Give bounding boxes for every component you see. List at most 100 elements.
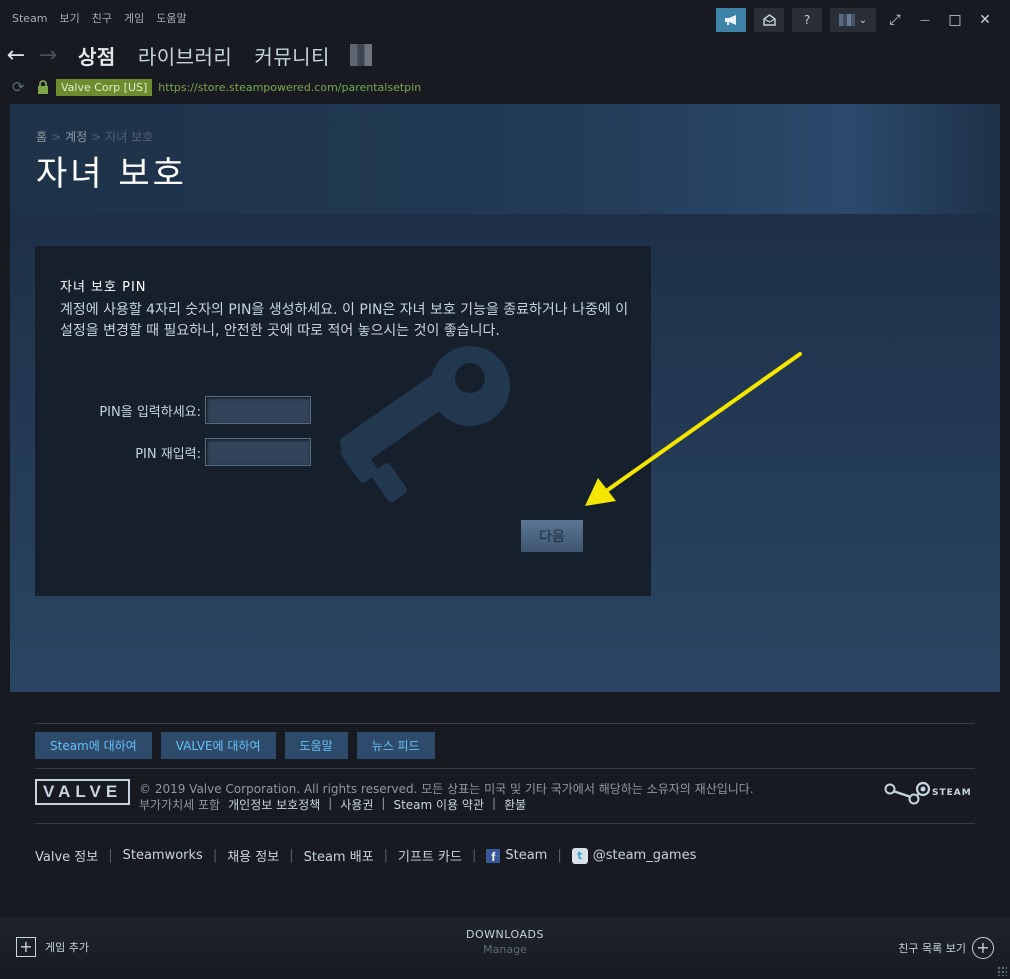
close-icon[interactable]: ✕ bbox=[974, 12, 996, 28]
facebook-link[interactable]: f Steam bbox=[486, 848, 547, 863]
separator: | bbox=[108, 848, 113, 863]
menu-games[interactable]: 게임 bbox=[124, 10, 144, 26]
menu-friends[interactable]: 친구 bbox=[92, 10, 112, 26]
breadcrumb-current: 자녀 보호 bbox=[105, 130, 154, 144]
breadcrumb-home[interactable]: 홈 bbox=[36, 130, 47, 144]
breadcrumb: 홈 > 계정 > 자녀 보호 bbox=[36, 128, 153, 145]
friends-label: 친구 목록 보기 bbox=[898, 942, 966, 955]
footer-links: Valve 정보 | Steamworks | 채용 정보 | Steam 배포… bbox=[35, 846, 696, 865]
back-arrow-icon[interactable]: ← bbox=[0, 43, 32, 68]
panel-title: 자녀 보호 PIN bbox=[60, 280, 147, 295]
tab-library[interactable]: 라이브러리 bbox=[138, 41, 233, 70]
page-header: 홈 > 계정 > 자녀 보호 자녀 보호 bbox=[10, 104, 1000, 214]
next-button[interactable]: 다음 bbox=[521, 520, 583, 552]
vat-note: 부가가치세 포함 bbox=[139, 798, 221, 812]
footer-divider bbox=[35, 723, 975, 724]
footer-divider bbox=[35, 823, 975, 824]
pin-setup-panel: 자녀 보호 PIN 계정에 사용할 4자리 숫자의 PIN을 생성하세요. 이 … bbox=[35, 246, 651, 596]
downloads-status[interactable]: DOWNLOADS Manage bbox=[0, 928, 1010, 956]
separator: | bbox=[471, 848, 477, 863]
panel-description: 계정에 사용할 4자리 숫자의 PIN을 생성하세요. 이 PIN은 자녀 보호… bbox=[60, 302, 629, 339]
big-picture-icon[interactable]: ⤢ bbox=[884, 12, 906, 28]
pin-confirm-label: PIN 재입력: bbox=[135, 446, 201, 462]
jobs-link[interactable]: 채용 정보 bbox=[227, 846, 279, 865]
ssa-link[interactable]: Steam 이용 약관 bbox=[393, 796, 484, 813]
help-icon: ? bbox=[803, 13, 811, 27]
menu-view[interactable]: 보기 bbox=[60, 10, 80, 26]
refunds-link[interactable]: 환불 bbox=[504, 796, 526, 813]
downloads-title: DOWNLOADS bbox=[466, 928, 544, 941]
separator: | bbox=[557, 848, 562, 863]
pin-label: PIN을 입력하세요: bbox=[99, 404, 201, 420]
twitter-link[interactable]: t @steam_games bbox=[571, 847, 696, 864]
tab-profile-avatar[interactable] bbox=[349, 44, 372, 66]
steam-logo-text: STEAM bbox=[932, 788, 972, 798]
separator: | bbox=[383, 848, 389, 863]
account-menu-button[interactable]: ⌄ bbox=[830, 8, 876, 32]
avatar bbox=[838, 14, 855, 26]
chevron-down-icon: ⌄ bbox=[858, 14, 868, 26]
maximize-icon[interactable]: □ bbox=[944, 12, 966, 28]
twitter-icon: t bbox=[571, 847, 588, 864]
pin-row: PIN을 입력하세요: bbox=[99, 396, 311, 424]
notifications-button[interactable] bbox=[754, 8, 784, 32]
megaphone-icon bbox=[725, 15, 736, 25]
privacy-policy-link[interactable]: 개인정보 보호정책 bbox=[228, 796, 320, 813]
about-valve-button[interactable]: VALVE에 대하여 bbox=[160, 732, 276, 759]
key-icon bbox=[340, 346, 510, 503]
breadcrumb-separator: > bbox=[91, 130, 102, 144]
breadcrumb-account[interactable]: 계정 bbox=[65, 130, 87, 144]
plus-circle-icon: + bbox=[972, 937, 994, 959]
nav-bar: ← → 상점 라이브러리 커뮤니티 bbox=[0, 36, 1010, 74]
store-page: 홈 > 계정 > 자녀 보호 자녀 보호 자녀 보호 PIN 계정에 사용할 4자리 숫… bbox=[10, 104, 1000, 916]
valve-logo[interactable]: VALVE bbox=[35, 779, 131, 805]
footer-divider bbox=[35, 768, 975, 769]
copyright-text: © 2019 Valve Corporation. All rights res… bbox=[139, 782, 754, 796]
footer-buttons: Steam에 대하여 VALVE에 대하여 도움말 뉴스 피드 bbox=[35, 732, 435, 759]
gift-cards-link[interactable]: 기프트 카드 bbox=[398, 846, 462, 865]
news-feed-button[interactable]: 뉴스 피드 bbox=[356, 732, 435, 759]
separator: | bbox=[381, 796, 386, 810]
facebook-label: Steam bbox=[505, 848, 548, 863]
annotation-arrow bbox=[585, 352, 802, 506]
resize-grip-icon[interactable] bbox=[997, 966, 1007, 976]
url-text[interactable]: https://store.steampowered.com/parentals… bbox=[158, 81, 421, 94]
help-link-button[interactable]: 도움말 bbox=[284, 732, 348, 759]
separator: | bbox=[492, 796, 497, 810]
menu-steam[interactable]: Steam bbox=[12, 12, 48, 25]
menu-help[interactable]: 도움말 bbox=[156, 10, 186, 26]
separator: | bbox=[328, 796, 333, 810]
steam-logo[interactable]: STEAM bbox=[884, 780, 972, 806]
url-bar: ⟳ Valve Corp [US] https://store.steampow… bbox=[0, 76, 1010, 98]
about-steam-button[interactable]: Steam에 대하여 bbox=[35, 732, 152, 759]
store-footer: Steam에 대하여 VALVE에 대하여 도움말 뉴스 피드 VALVE © … bbox=[10, 692, 1000, 916]
pin-input[interactable] bbox=[205, 396, 311, 424]
bottom-bar: + 게임 추가 DOWNLOADS Manage 친구 목록 보기 + bbox=[0, 918, 1010, 979]
downloads-manage: Manage bbox=[483, 943, 527, 956]
separator: | bbox=[289, 848, 294, 863]
friends-list-button[interactable]: 친구 목록 보기 + bbox=[898, 937, 994, 959]
pin-confirm-input[interactable] bbox=[205, 438, 311, 466]
steam-distribution-link[interactable]: Steam 배포 bbox=[304, 846, 374, 865]
tab-store[interactable]: 상점 bbox=[78, 41, 116, 70]
envelope-icon bbox=[762, 14, 776, 26]
page-title: 자녀 보호 bbox=[36, 154, 187, 194]
reload-icon[interactable]: ⟳ bbox=[12, 78, 30, 96]
minimize-icon[interactable]: — bbox=[914, 15, 936, 26]
about-valve-link[interactable]: Valve 정보 bbox=[35, 846, 98, 865]
announcements-button[interactable] bbox=[716, 8, 746, 32]
pin-confirm-row: PIN 재입력: bbox=[135, 438, 311, 466]
forward-arrow-icon[interactable]: → bbox=[32, 43, 64, 68]
facebook-icon: f bbox=[486, 848, 501, 863]
lock-icon bbox=[38, 80, 48, 94]
certificate-badge[interactable]: Valve Corp [US] bbox=[56, 78, 153, 96]
steamworks-link[interactable]: Steamworks bbox=[123, 848, 203, 863]
breadcrumb-separator: > bbox=[51, 130, 62, 144]
help-button[interactable]: ? bbox=[792, 8, 822, 32]
steam-logo-icon bbox=[884, 781, 930, 805]
legal-link[interactable]: 사용권 bbox=[340, 796, 373, 813]
tab-community[interactable]: 커뮤니티 bbox=[254, 41, 330, 70]
top-right-controls: ? ⌄ ⤢ — □ ✕ bbox=[716, 8, 1010, 32]
legal-links: 부가가치세 포함 개인정보 보호정책 | 사용권 | Steam 이용 약관 |… bbox=[139, 796, 526, 813]
separator: | bbox=[212, 848, 218, 863]
